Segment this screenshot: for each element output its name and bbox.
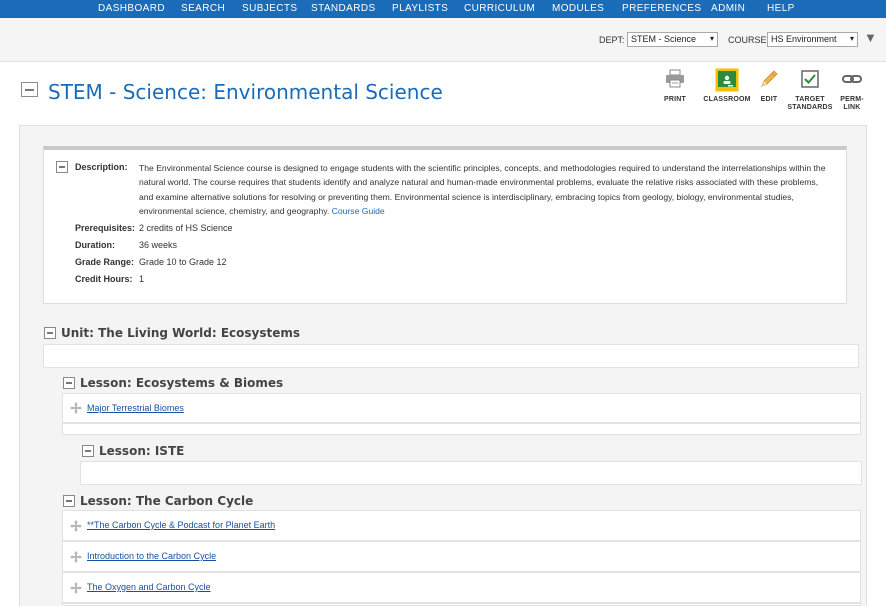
collapse-unit-icon[interactable] xyxy=(44,327,56,339)
selector-bar: DEPT: STEM - Science ▾ COURSE: HS Enviro… xyxy=(0,18,886,62)
resource-row-spacer xyxy=(62,423,861,435)
dept-select-value: STEM - Science xyxy=(631,34,697,44)
nav-curriculum[interactable]: CURRICULUM xyxy=(464,3,535,14)
permlink-button[interactable]: PERM- LINK xyxy=(838,68,866,112)
permlink-label: PERM- LINK xyxy=(838,96,866,112)
unit-content-box xyxy=(43,344,859,368)
lesson-title: Lesson: The Carbon Cycle xyxy=(80,494,254,508)
lesson-content-box xyxy=(80,461,862,485)
drag-handle-icon[interactable] xyxy=(70,401,82,414)
resource-link[interactable]: **The Carbon Cycle & Podcast for Planet … xyxy=(87,520,275,530)
course-guide-link[interactable]: Course Guide xyxy=(332,206,385,216)
nav-subjects[interactable]: SUBJECTS xyxy=(242,3,297,14)
edit-button[interactable]: EDIT xyxy=(757,68,781,104)
duration-value: 36 weeks xyxy=(139,240,178,250)
dept-label: DEPT: xyxy=(599,35,625,45)
drag-handle-icon[interactable] xyxy=(70,581,82,594)
google-classroom-icon xyxy=(715,68,739,92)
description-text: The Environmental Science course is desi… xyxy=(139,161,829,219)
resource-link[interactable]: The Oxygen and Carbon Cycle xyxy=(87,582,211,592)
prerequisites-value: 2 credits of HS Science xyxy=(139,223,233,233)
classroom-button[interactable]: CLASSROOM xyxy=(703,68,751,104)
checkbox-icon xyxy=(799,68,821,90)
dropdown-arrow-icon: ▾ xyxy=(709,34,714,43)
description-label: Description: xyxy=(75,162,128,172)
link-icon xyxy=(841,68,863,90)
lesson-title: Lesson: ISTE xyxy=(99,444,185,458)
dept-select[interactable]: STEM - Science ▾ xyxy=(627,32,718,47)
chevron-down-icon[interactable]: ▼ xyxy=(864,30,877,45)
course-select[interactable]: HS Environment ▾ xyxy=(767,32,858,47)
print-button[interactable]: PRINT xyxy=(662,68,688,104)
course-label: COURSE: xyxy=(728,35,770,45)
nav-help[interactable]: HELP xyxy=(767,3,795,14)
description-body: The Environmental Science course is desi… xyxy=(139,163,826,217)
top-nav-bar: DASHBOARD SEARCH SUBJECTS STANDARDS PLAY… xyxy=(0,0,886,18)
duration-label: Duration: xyxy=(75,240,115,250)
nav-playlists[interactable]: PLAYLISTS xyxy=(392,3,448,14)
collapse-description-icon[interactable] xyxy=(56,161,68,173)
dropdown-arrow-icon: ▾ xyxy=(849,34,854,43)
nav-search[interactable]: SEARCH xyxy=(181,3,225,14)
grade-range-value: Grade 10 to Grade 12 xyxy=(139,257,227,267)
collapse-course-icon[interactable] xyxy=(21,82,38,97)
target-standards-label: TARGET STANDARDS xyxy=(786,96,834,112)
grade-range-label: Grade Range: xyxy=(75,257,135,267)
edit-label: EDIT xyxy=(760,96,778,103)
resource-link[interactable]: Major Terrestrial Biomes xyxy=(87,403,184,413)
drag-handle-icon[interactable] xyxy=(70,519,82,532)
unit-title: Unit: The Living World: Ecosystems xyxy=(61,326,300,340)
nav-standards[interactable]: STANDARDS xyxy=(311,3,376,14)
page-title: STEM - Science: Environmental Science xyxy=(48,80,443,104)
collapse-lesson-icon[interactable] xyxy=(82,445,94,457)
classroom-label: CLASSROOM xyxy=(703,96,751,103)
credit-hours-value: 1 xyxy=(139,274,145,284)
permlink-label-line1: PERM- xyxy=(840,96,864,103)
nav-preferences[interactable]: PREFERENCES xyxy=(622,3,701,14)
target-label-line2: STANDARDS xyxy=(787,104,833,111)
course-select-value: HS Environment xyxy=(771,34,837,44)
nav-modules[interactable]: MODULES xyxy=(552,3,604,14)
collapse-lesson-icon[interactable] xyxy=(63,495,75,507)
resource-link[interactable]: Introduction to the Carbon Cycle xyxy=(87,551,216,561)
lesson-title: Lesson: Ecosystems & Biomes xyxy=(80,376,284,390)
credit-hours-label: Credit Hours: xyxy=(75,274,133,284)
nav-admin[interactable]: ADMIN xyxy=(711,3,745,14)
permlink-label-line2: LINK xyxy=(843,104,861,111)
target-standards-button[interactable]: TARGET STANDARDS xyxy=(786,68,834,112)
prerequisites-label: Prerequisites: xyxy=(75,223,136,233)
print-label: PRINT xyxy=(664,96,686,103)
collapse-lesson-icon[interactable] xyxy=(63,377,75,389)
drag-handle-icon[interactable] xyxy=(70,550,82,563)
pencil-icon xyxy=(758,68,780,90)
printer-icon xyxy=(664,68,686,90)
nav-dashboard[interactable]: DASHBOARD xyxy=(98,3,165,14)
target-label-line1: TARGET xyxy=(795,96,825,103)
